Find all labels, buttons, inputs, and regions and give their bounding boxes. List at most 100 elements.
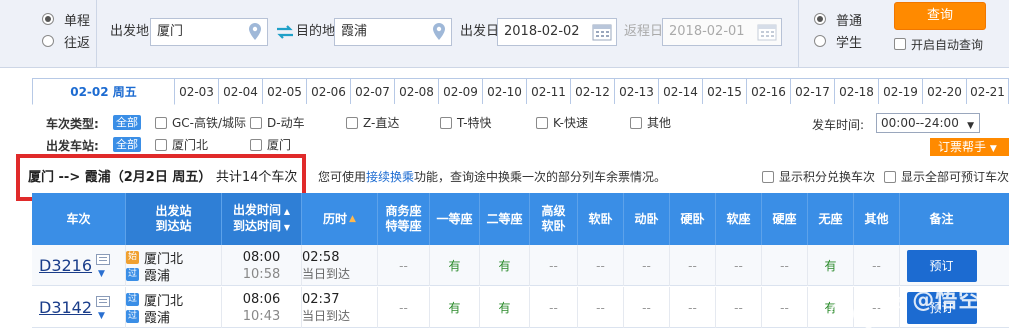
location-pin-icon [433, 23, 445, 40]
tab-date[interactable]: 02-15 [703, 78, 747, 104]
header-label: 硬卧 [680, 211, 705, 226]
station-option[interactable]: 厦门北 [155, 136, 208, 153]
transfer-link[interactable]: 接续换乘 [366, 170, 414, 184]
tab-date[interactable]: 02-20 [923, 78, 967, 104]
tab-date[interactable]: 02-04 [219, 78, 263, 104]
id-card-icon[interactable] [96, 254, 110, 265]
search-bar: 单程 往返 出发地 厦门 目的地 霞浦 出发日 2018-02-02 返程日 2… [0, 0, 1009, 68]
trip-type-oneway[interactable]: 单程 [42, 8, 112, 30]
calendar-icon[interactable] [757, 23, 777, 41]
seat-cell[interactable]: 有 [808, 245, 854, 286]
trip-type-roundtrip[interactable]: 往返 [42, 30, 112, 52]
station-option[interactable]: 厦门 [250, 136, 291, 153]
radio-icon[interactable] [42, 13, 54, 25]
checkbox-icon[interactable] [155, 116, 167, 129]
id-card-icon[interactable] [96, 296, 110, 307]
from-station-input[interactable]: 厦门 [150, 18, 268, 46]
train-type-option[interactable]: 其他 [630, 114, 671, 131]
checkbox-icon[interactable] [250, 138, 262, 151]
tab-date[interactable]: 02-21 [967, 78, 1009, 104]
show-all-option[interactable]: 显示全部可预订车次 [884, 168, 1009, 185]
chevron-down-icon[interactable]: ▼ [98, 311, 105, 321]
checkbox-icon[interactable] [894, 38, 906, 50]
passenger-type-normal[interactable]: 普通 [814, 8, 884, 30]
th-station[interactable]: 出发站 到达站 [126, 193, 222, 245]
book-button[interactable]: 预订 [906, 249, 977, 282]
tab-date[interactable]: 02-18 [835, 78, 879, 104]
checkbox-icon[interactable] [440, 116, 452, 129]
tab-date[interactable]: 02-14 [659, 78, 703, 104]
sort-up-icon: ▲ [281, 207, 290, 216]
checkbox-icon[interactable] [536, 116, 548, 129]
th-hard-seat: 硬座 [762, 193, 808, 245]
tab-date[interactable]: 02-13 [615, 78, 659, 104]
dep-time-select[interactable]: 00:00--24:00 ▼ [876, 113, 980, 133]
checkbox-icon[interactable] [346, 116, 358, 129]
tab-date[interactable]: 02-05 [263, 78, 307, 104]
header-label: 备注 [929, 211, 954, 226]
return-date-input[interactable]: 2018-02-01 [662, 18, 782, 46]
radio-icon[interactable] [42, 35, 54, 47]
tab-date[interactable]: 02-11 [527, 78, 571, 104]
checkbox-icon[interactable] [762, 170, 774, 183]
passenger-type-student[interactable]: 学生 [814, 30, 884, 52]
train-type-option[interactable]: D-动车 [250, 114, 305, 131]
seat-value: 有 [498, 259, 511, 273]
train-type-option[interactable]: GC-高铁/城际 [155, 114, 246, 131]
radio-icon[interactable] [814, 13, 826, 25]
train-type-label: 车次类型: [46, 117, 99, 131]
seat-cell[interactable]: 有 [480, 287, 530, 328]
seat-cell: -- [670, 245, 716, 286]
checkbox-icon[interactable] [884, 170, 896, 183]
to-station-input[interactable]: 霞浦 [334, 18, 452, 46]
train-type-all[interactable]: 全部 [113, 115, 141, 130]
seat-cell[interactable]: 有 [430, 245, 480, 286]
tab-date[interactable]: 02-07 [351, 78, 395, 104]
trip-type-label: 往返 [64, 35, 91, 51]
tab-date[interactable]: 02-06 [307, 78, 351, 104]
tab-date[interactable]: 02-08 [395, 78, 439, 104]
train-number-link[interactable]: D3142 [39, 298, 92, 317]
tab-date[interactable]: 02-16 [747, 78, 791, 104]
tab-date-active[interactable]: 02-02 周五 [32, 78, 175, 105]
tab-date[interactable]: 02-09 [439, 78, 483, 104]
sort-up-icon: ▲ [349, 213, 356, 224]
to-station: 过霞浦 [126, 266, 170, 284]
th-time[interactable]: 出发时间 ▲ 到达时间 ▼ [222, 193, 302, 245]
train-number-link[interactable]: D3216 [39, 256, 92, 275]
tab-date[interactable]: 02-10 [483, 78, 527, 104]
station-all[interactable]: 全部 [113, 137, 141, 152]
depart-date-input[interactable]: 2018-02-02 [497, 18, 617, 46]
seat-cell: -- [578, 287, 624, 328]
watermark-text: 头条 @悟空问答 [857, 288, 1005, 331]
chevron-down-icon[interactable]: ▼ [98, 269, 105, 279]
seat-cell[interactable]: 有 [480, 245, 530, 286]
from-station-value: 厦门 [157, 24, 184, 39]
tab-date[interactable]: 02-12 [571, 78, 615, 104]
points-option[interactable]: 显示积分兑换车次 [762, 168, 875, 185]
checkbox-icon[interactable] [155, 138, 167, 151]
duration-cell: 02:37 当日到达 [302, 287, 378, 328]
radio-icon[interactable] [814, 35, 826, 47]
calendar-icon[interactable] [592, 23, 612, 41]
train-type-option[interactable]: T-特快 [440, 114, 492, 131]
train-type-option[interactable]: K-快速 [536, 114, 588, 131]
booking-helper-button[interactable]: 订票帮手 ▼ [930, 138, 1009, 156]
auto-query-toggle[interactable]: 开启自动查询 [894, 36, 983, 52]
header-label: 无座 [818, 211, 843, 226]
tab-date[interactable]: 02-19 [879, 78, 923, 104]
train-type-option[interactable]: Z-直达 [346, 114, 399, 131]
th-other: 其他 [854, 193, 900, 245]
tab-date[interactable]: 02-17 [791, 78, 835, 104]
seat-value: -- [596, 258, 605, 273]
to-station-value: 霞浦 [341, 24, 368, 39]
checkbox-icon[interactable] [630, 116, 642, 129]
chevron-down-icon: ▼ [989, 144, 997, 154]
query-button[interactable]: 查询 [894, 2, 986, 30]
checkbox-icon[interactable] [250, 116, 262, 129]
pass-badge: 过 [126, 309, 139, 323]
swap-icon[interactable] [276, 23, 294, 41]
seat-cell[interactable]: 有 [430, 287, 480, 328]
tab-date[interactable]: 02-03 [175, 78, 219, 104]
th-duration[interactable]: 历时 ▲ [302, 193, 378, 245]
